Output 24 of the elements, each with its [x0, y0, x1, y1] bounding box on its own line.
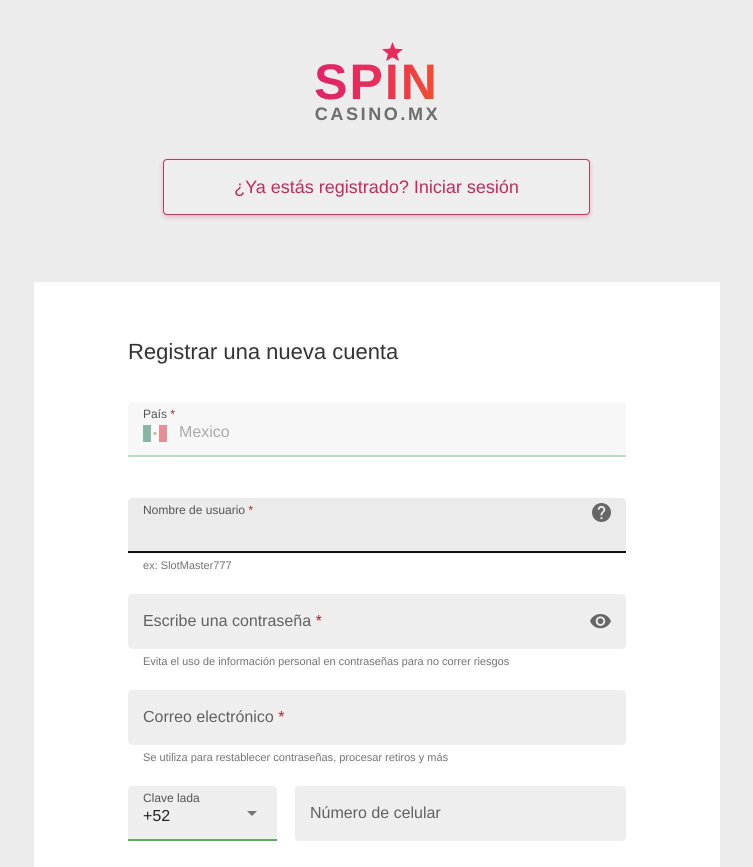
- field-value: Mexico: [179, 423, 230, 443]
- helper-text: Se utiliza para restablecer contraseñas, procesar retiros y más: [142, 751, 450, 765]
- input-field[interactable]: Correo electrónico *: [128, 690, 626, 745]
- login-button[interactable]: ¿Ya estás registrado? Iniciar sesión: [163, 159, 590, 215]
- field-label: Número de celular: [310, 804, 442, 824]
- form-title: Registrar una nueva cuenta: [128, 338, 400, 366]
- help-icon[interactable]: [592, 503, 611, 522]
- field-label: País *: [143, 407, 176, 421]
- input-field[interactable]: Escribe una contraseña *: [128, 594, 626, 649]
- star-icon: [382, 42, 404, 61]
- flag-icon: [143, 424, 167, 442]
- field-label: Nombre de usuario *: [143, 503, 254, 517]
- input-field[interactable]: Nombre de usuario *: [128, 498, 626, 553]
- dropdown-field[interactable]: Clave lada +52: [128, 786, 277, 841]
- field-value: +52: [143, 807, 170, 827]
- field-label: Correo electrónico *: [143, 708, 286, 728]
- logo-subtitle: CASINO.MX: [314, 107, 440, 121]
- helper-text: Evita el uso de información personal en contraseñas para no correr riesgos: [142, 655, 510, 669]
- helper-text: ex: SlotMaster777: [142, 559, 233, 573]
- input-field[interactable]: Número de celular: [295, 786, 626, 841]
- field-label: Clave lada: [143, 791, 201, 805]
- eye-icon[interactable]: [590, 614, 611, 629]
- field-label: Escribe una contraseña *: [143, 612, 323, 632]
- caret-icon: [247, 811, 257, 816]
